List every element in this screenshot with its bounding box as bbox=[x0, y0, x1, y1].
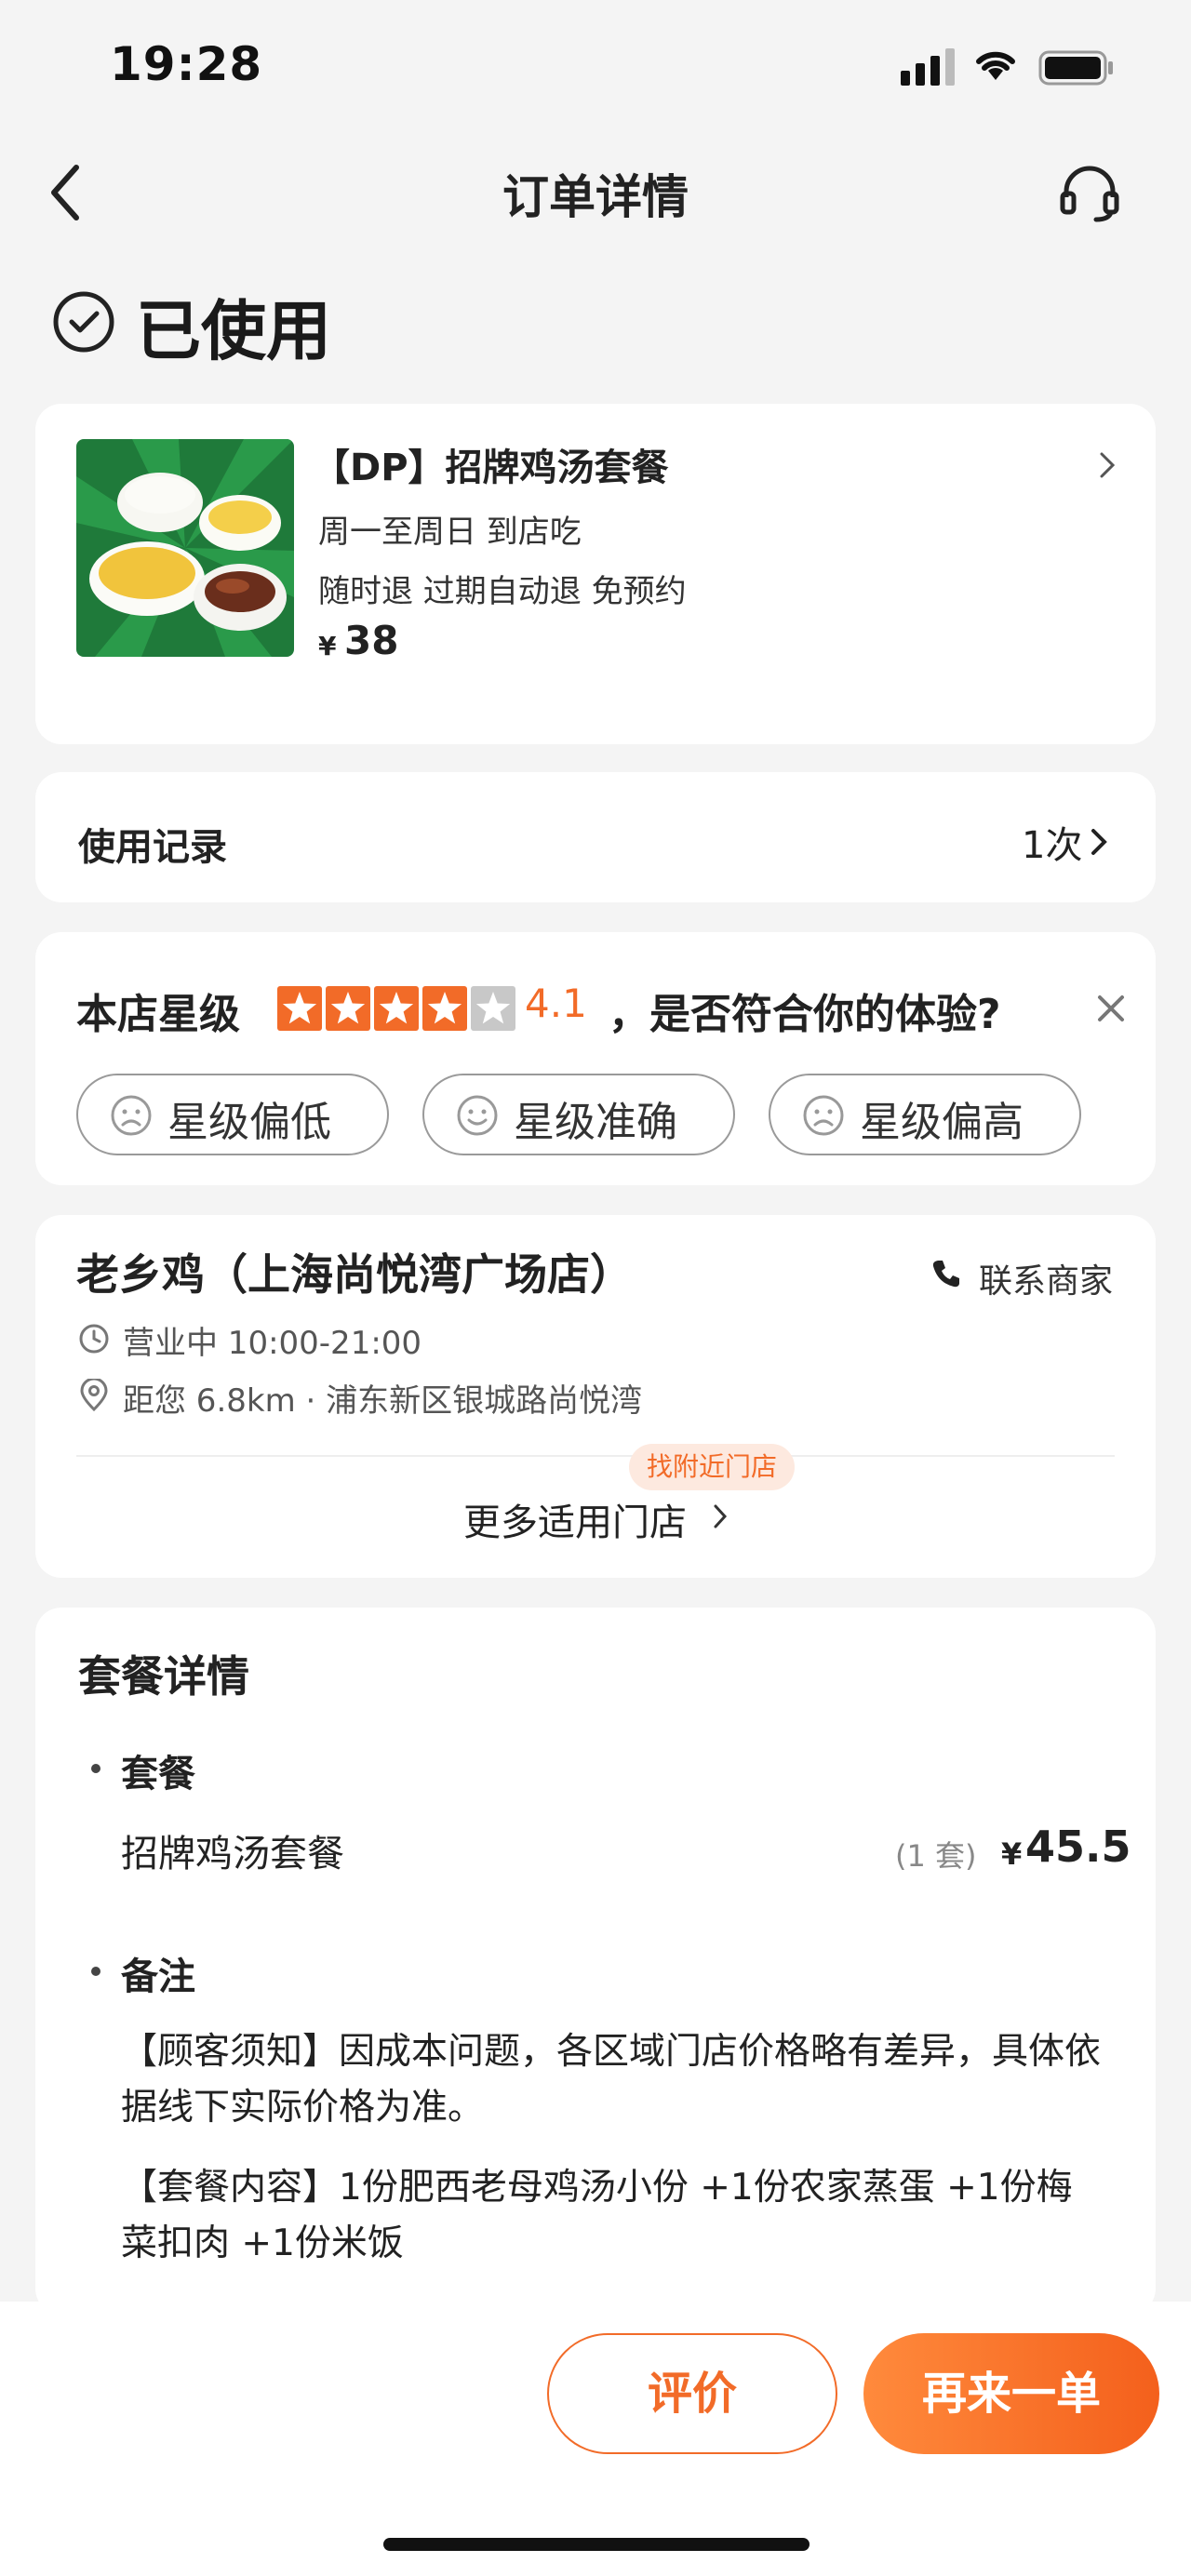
battery-icon bbox=[1038, 50, 1113, 86]
clock-icon bbox=[79, 1324, 109, 1354]
sad-face-icon bbox=[803, 1095, 844, 1136]
location-pin-icon bbox=[80, 1379, 108, 1412]
usage-record-label: 使用记录 bbox=[78, 826, 227, 869]
price-symbol: ¥ bbox=[1001, 1836, 1023, 1872]
star-icon bbox=[277, 986, 322, 1031]
product-image bbox=[76, 439, 294, 657]
wifi-icon bbox=[976, 51, 1015, 80]
status-time: 19:28 bbox=[110, 37, 263, 91]
rating-high-button[interactable]: 星级偏高 bbox=[769, 1074, 1081, 1155]
order-status: 已使用 bbox=[136, 293, 331, 369]
shop-name[interactable]: 老乡鸡（上海尚悦湾广场店） bbox=[76, 1241, 633, 1302]
chevron-right-icon[interactable] bbox=[711, 1502, 729, 1531]
rating-high-label: 星级偏高 bbox=[860, 1099, 1024, 1146]
smile-face-icon bbox=[457, 1095, 498, 1136]
chevron-right-icon[interactable] bbox=[1089, 826, 1109, 858]
product-title[interactable]: 【DP】招牌鸡汤套餐 bbox=[313, 437, 669, 491]
check-circle-icon bbox=[53, 291, 114, 353]
nearby-stores-badge: 找附近门店 bbox=[629, 1444, 795, 1490]
bullet bbox=[91, 1967, 100, 1976]
star-rating bbox=[277, 986, 515, 1031]
product-price: 38 bbox=[344, 618, 399, 663]
star-icon bbox=[326, 986, 370, 1031]
signal-icon bbox=[901, 48, 955, 86]
note-contents: 【套餐内容】1份肥西老母鸡汤小份 +1份农家蒸蛋 +1份梅菜扣肉 +1份米饭 bbox=[121, 2167, 1073, 2264]
star-icon bbox=[471, 986, 515, 1031]
star-icon bbox=[422, 986, 467, 1031]
rating-accurate-button[interactable]: 星级准确 bbox=[422, 1074, 735, 1155]
product-policies: 随时退 过期自动退 免预约 bbox=[318, 573, 687, 610]
section-meal-label: 套餐 bbox=[121, 1753, 195, 1795]
business-hours: 营业中 10:00-21:00 bbox=[123, 1325, 422, 1362]
chevron-right-icon[interactable] bbox=[1096, 448, 1118, 482]
rating-accurate-label: 星级准确 bbox=[514, 1099, 677, 1146]
price-symbol: ¥ bbox=[318, 631, 337, 661]
more-stores-link[interactable]: 更多适用门店 bbox=[463, 1492, 687, 1546]
rating-low-label: 星级偏低 bbox=[167, 1099, 331, 1146]
review-button[interactable]: 评价 bbox=[547, 2333, 837, 2454]
package-item-price: 45.5 bbox=[1025, 1822, 1131, 1872]
sad-face-icon bbox=[111, 1095, 152, 1136]
close-icon[interactable] bbox=[1094, 992, 1128, 1025]
note-customer: 【顾客须知】因成本问题，各区域门店价格略有差异，具体依据线下实际价格为准。 bbox=[121, 2031, 1102, 2129]
home-indicator bbox=[383, 2538, 810, 2551]
star-icon bbox=[374, 986, 419, 1031]
phone-icon[interactable] bbox=[930, 1258, 962, 1289]
reorder-button[interactable]: 再来一单 bbox=[863, 2333, 1159, 2454]
package-details-title: 套餐详情 bbox=[78, 1651, 249, 1702]
rating-label: 本店星级 bbox=[76, 991, 240, 1038]
rating-low-button[interactable]: 星级偏低 bbox=[76, 1074, 389, 1155]
page-title: 订单详情 bbox=[502, 170, 689, 224]
usage-count: 1次 bbox=[1022, 824, 1083, 867]
rating-question: ，是否符合你的体验? bbox=[609, 991, 1001, 1038]
package-item-quantity: (1 套) bbox=[895, 1838, 977, 1874]
contact-merchant-button[interactable]: 联系商家 bbox=[979, 1254, 1113, 1302]
product-availability: 周一至周日 到店吃 bbox=[318, 514, 582, 551]
headset-icon[interactable] bbox=[1057, 160, 1122, 225]
package-item-name: 招牌鸡汤套餐 bbox=[121, 1833, 344, 1875]
shop-address[interactable]: 距您 6.8km · 浦东新区银城路尚悦湾 bbox=[123, 1375, 642, 1421]
section-notes-label: 备注 bbox=[121, 1955, 195, 1998]
divider bbox=[76, 1455, 1115, 1457]
rating-score: 4.1 bbox=[525, 981, 587, 1026]
bullet bbox=[91, 1764, 100, 1773]
